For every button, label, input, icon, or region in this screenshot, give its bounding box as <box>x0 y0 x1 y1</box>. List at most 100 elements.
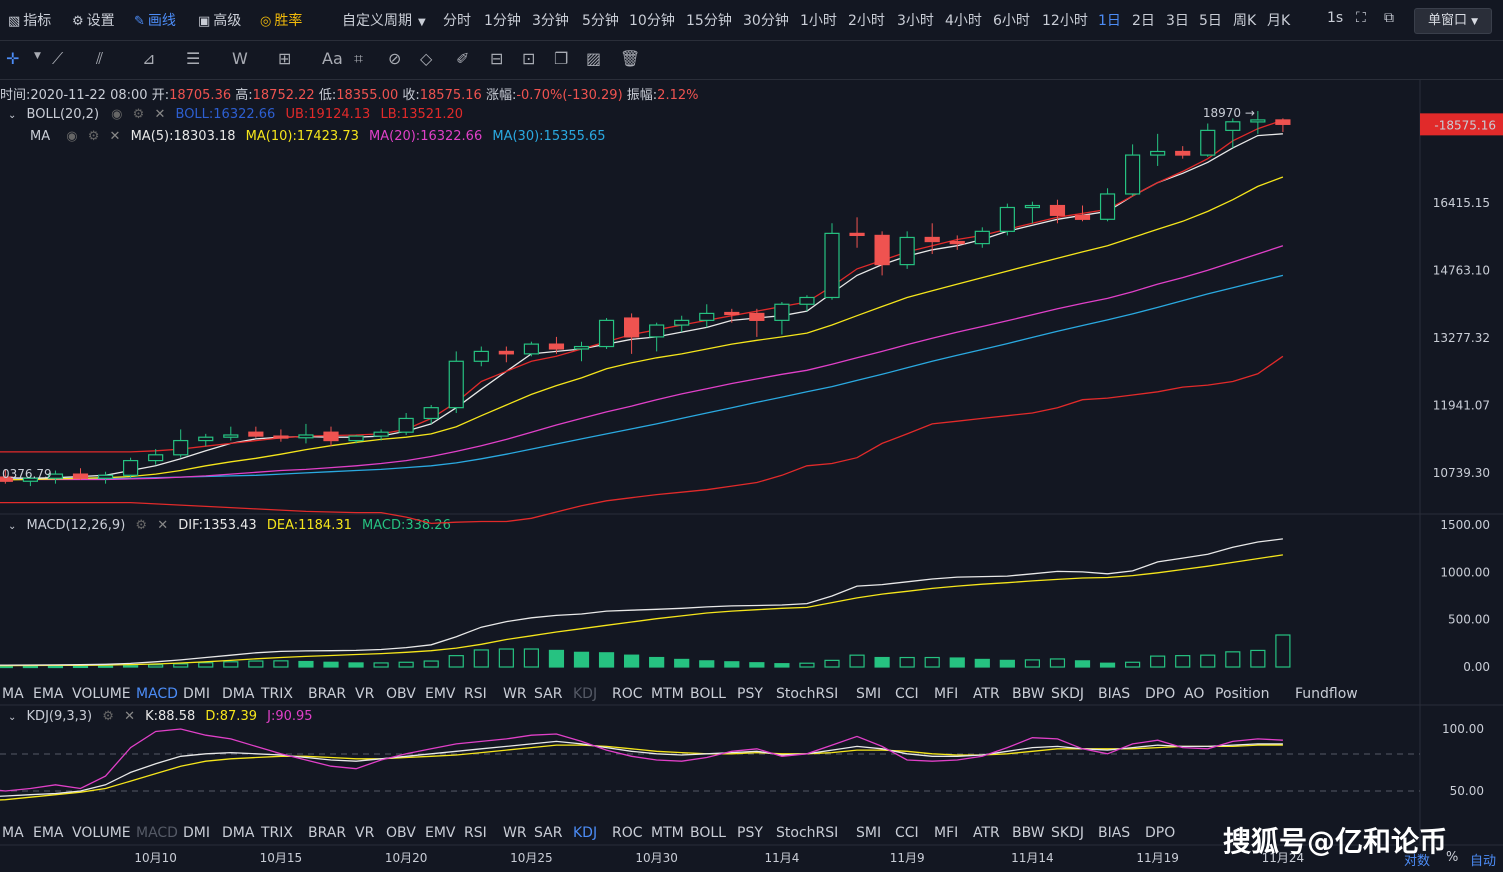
indicator-tab-psy[interactable]: PSY <box>737 825 763 841</box>
indicator-tab-rsi[interactable]: RSI <box>464 825 487 841</box>
indicator-tab-sar[interactable]: SAR <box>534 686 562 702</box>
trend-line-tool-icon[interactable]: ⟋ <box>52 49 63 69</box>
indicator-tab-smi[interactable]: SMI <box>856 686 881 702</box>
indicator-tab-stochrsi[interactable]: StochRSI <box>776 825 838 841</box>
indicator-tab-skdj[interactable]: SKDJ <box>1051 825 1084 841</box>
indicator-tab-vr[interactable]: VR <box>355 686 374 702</box>
indicator-tab-atr[interactable]: ATR <box>973 825 1000 841</box>
indicator-tab-kdj[interactable]: KDJ <box>573 825 597 841</box>
indicator-tab-macd[interactable]: MACD <box>136 825 178 841</box>
gear-icon[interactable]: ⚙ <box>88 129 100 144</box>
indicator-tab-cci[interactable]: CCI <box>895 825 919 841</box>
period-12[interactable]: 12小时 <box>1042 10 1088 30</box>
percent-scale-toggle[interactable]: % <box>1446 850 1458 865</box>
auto-scale-toggle[interactable]: 自动 <box>1470 850 1496 869</box>
indicator-tab-ema[interactable]: EMA <box>33 825 64 841</box>
magnet-tool-icon[interactable]: ⌗ <box>354 49 363 69</box>
indicator-tab-smi[interactable]: SMI <box>856 825 881 841</box>
pattern-tool-icon[interactable]: W <box>232 49 248 68</box>
indicator-tab-ma[interactable]: MA <box>2 686 24 702</box>
indicator-tab-atr[interactable]: ATR <box>973 686 1000 702</box>
period-16[interactable]: 5日 <box>1199 10 1222 30</box>
indicator-tab-obv[interactable]: OBV <box>386 825 416 841</box>
measure-tool-icon[interactable]: ⊞ <box>278 49 291 68</box>
indicator-tab-kdj[interactable]: KDJ <box>573 686 597 702</box>
text-tool-icon[interactable]: Aa <box>322 49 343 68</box>
indicator-tab-ma[interactable]: MA <box>2 825 24 841</box>
indicator-tab-roc[interactable]: ROC <box>612 686 643 702</box>
eraser-tool-icon[interactable]: ◇ <box>420 49 432 68</box>
indicator-tab-trix[interactable]: TRIX <box>261 686 293 702</box>
period-8[interactable]: 2小时 <box>848 10 885 30</box>
indicator-tab-cci[interactable]: CCI <box>895 686 919 702</box>
indicator-tab-bias[interactable]: BIAS <box>1098 825 1130 841</box>
indicator-tab-ao[interactable]: AO <box>1184 686 1204 702</box>
indicator-tab-mfi[interactable]: MFI <box>934 686 958 702</box>
winrate-button[interactable]: ◎ 胜率 <box>260 10 302 30</box>
indicator-tab-dma[interactable]: DMA <box>222 686 254 702</box>
period-15[interactable]: 3日 <box>1166 10 1189 30</box>
parallel-channel-tool-icon[interactable]: ⫽ <box>96 49 103 69</box>
single-window-dropdown[interactable]: 单窗口 ▼ <box>1414 8 1492 34</box>
indicator-tab-dma[interactable]: DMA <box>222 825 254 841</box>
angle-tool-icon[interactable]: ⊿ <box>142 49 155 68</box>
interval-label[interactable]: 1s <box>1327 10 1343 26</box>
period-14[interactable]: 2日 <box>1132 10 1155 30</box>
indicator-tab-boll[interactable]: BOLL <box>690 686 726 702</box>
indicators-button[interactable]: ▧ 指标 <box>8 10 51 30</box>
period-5[interactable]: 15分钟 <box>686 10 732 30</box>
layout-icon[interactable]: ▨ <box>586 49 601 68</box>
indicator-tab-macd[interactable]: MACD <box>136 686 178 702</box>
indicator-tab-mtm[interactable]: MTM <box>651 686 684 702</box>
close-icon[interactable]: ✕ <box>157 518 168 533</box>
chevron-down-icon[interactable]: ▼ <box>34 51 41 61</box>
indicator-tab-bbw[interactable]: BBW <box>1012 686 1045 702</box>
collapse-icon[interactable]: ⌄ <box>8 110 16 121</box>
indicator-tab-stochrsi[interactable]: StochRSI <box>776 686 838 702</box>
collapse-icon[interactable]: ⌄ <box>8 521 16 532</box>
indicator-tab-volume[interactable]: VOLUME <box>72 825 131 841</box>
close-icon[interactable]: ✕ <box>124 709 135 724</box>
period-18[interactable]: 月K <box>1267 10 1290 30</box>
gear-icon[interactable]: ⚙ <box>102 709 114 724</box>
collapse-icon[interactable]: ⌄ <box>8 712 16 723</box>
settings-button[interactable]: ⚙ 设置 <box>72 10 115 30</box>
indicator-tab-ema[interactable]: EMA <box>33 686 64 702</box>
indicator-tab-dmi[interactable]: DMI <box>183 686 210 702</box>
close-icon[interactable]: ✕ <box>154 107 165 122</box>
indicator-tab-position[interactable]: Position <box>1215 686 1270 702</box>
eye-icon[interactable]: ◉ <box>111 107 122 122</box>
indicator-tab-mfi[interactable]: MFI <box>934 825 958 841</box>
period-3[interactable]: 5分钟 <box>582 10 619 30</box>
brush-tool-icon[interactable]: ✐ <box>456 49 469 68</box>
copy-icon[interactable]: ❐ <box>554 49 568 68</box>
indicator-tab-dmi[interactable]: DMI <box>183 825 210 841</box>
indicator-tab-dpo[interactable]: DPO <box>1145 686 1175 702</box>
period-1[interactable]: 1分钟 <box>484 10 521 30</box>
indicator-tab-sar[interactable]: SAR <box>534 825 562 841</box>
indicator-tab-trix[interactable]: TRIX <box>261 825 293 841</box>
lock-tool-icon[interactable]: ⊘ <box>388 49 401 68</box>
fullscreen-icon[interactable]: ⛶ <box>1356 10 1366 26</box>
indicator-tab-skdj[interactable]: SKDJ <box>1051 686 1084 702</box>
period-7[interactable]: 1小时 <box>800 10 837 30</box>
popout-icon[interactable]: ⧉ <box>1384 10 1394 26</box>
indicator-tab-boll[interactable]: BOLL <box>690 825 726 841</box>
period-10[interactable]: 4小时 <box>945 10 982 30</box>
period-17[interactable]: 周K <box>1233 10 1256 30</box>
indicator-tab-obv[interactable]: OBV <box>386 686 416 702</box>
indicator-tab-wr[interactable]: WR <box>503 825 527 841</box>
indicator-tab-fundflow[interactable]: Fundflow <box>1295 686 1358 702</box>
indicator-tab-brar[interactable]: BRAR <box>308 686 346 702</box>
crosshair-tool-icon[interactable]: ✛ <box>6 49 19 68</box>
eye-icon[interactable]: ◉ <box>66 129 77 144</box>
period-0[interactable]: 分时 <box>443 10 471 30</box>
gear-icon[interactable]: ⚙ <box>135 518 147 533</box>
period-6[interactable]: 30分钟 <box>743 10 789 30</box>
indicator-tab-brar[interactable]: BRAR <box>308 825 346 841</box>
indicator-tab-rsi[interactable]: RSI <box>464 686 487 702</box>
indicator-tab-emv[interactable]: EMV <box>425 686 456 702</box>
indicator-tab-bias[interactable]: BIAS <box>1098 686 1130 702</box>
indicator-tab-vr[interactable]: VR <box>355 825 374 841</box>
close-icon[interactable]: ✕ <box>110 129 121 144</box>
